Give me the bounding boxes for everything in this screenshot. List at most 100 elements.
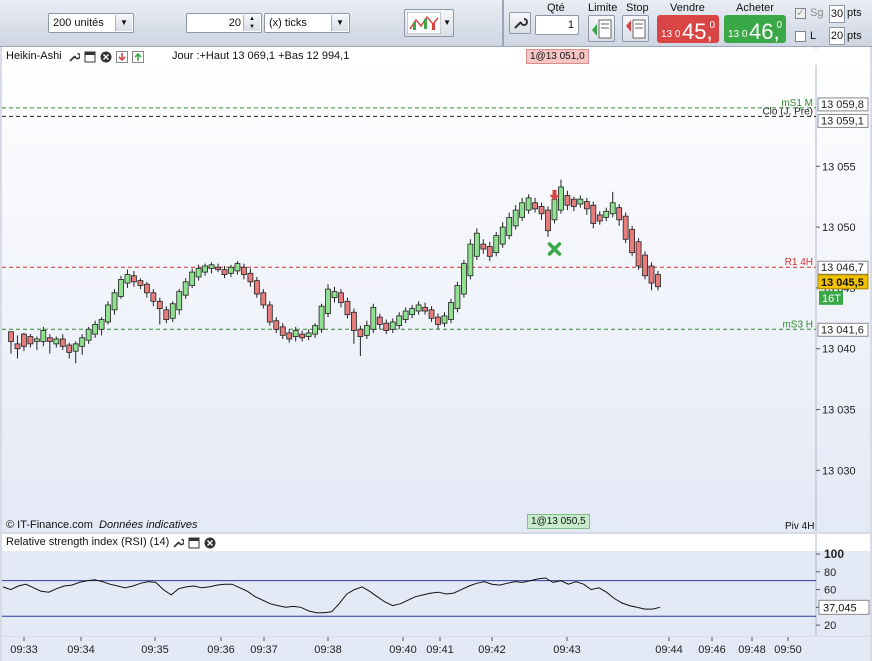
chevron-down-icon[interactable]: ▼ bbox=[443, 18, 451, 27]
candle-body bbox=[422, 306, 428, 312]
candle-body bbox=[182, 281, 189, 296]
candle-body bbox=[512, 209, 519, 227]
candle-body bbox=[286, 332, 293, 340]
units-select[interactable]: 200 unités ▼ bbox=[48, 13, 134, 33]
stepper-arrows-icon[interactable]: ▲ ▼ bbox=[243, 15, 260, 31]
candle-body bbox=[642, 254, 648, 277]
chevron-down-icon[interactable]: ▼ bbox=[115, 15, 132, 31]
window-icon[interactable] bbox=[84, 51, 96, 63]
chart-type-button[interactable]: ▼ bbox=[404, 9, 454, 37]
candle-body bbox=[21, 333, 27, 347]
candle-body bbox=[603, 210, 610, 218]
qty-value: 1 bbox=[567, 19, 574, 31]
sell-button[interactable]: 13 0 45, 0 bbox=[657, 15, 719, 44]
candle-body bbox=[338, 292, 344, 303]
level-price-label: 13 041,6 bbox=[821, 324, 864, 336]
arrow-down-icon[interactable] bbox=[116, 51, 128, 63]
l-points-input[interactable]: 20 bbox=[829, 27, 845, 45]
candle-body bbox=[273, 320, 280, 330]
candle-body bbox=[305, 332, 312, 337]
candle-body bbox=[344, 300, 351, 316]
candle-body bbox=[292, 330, 299, 337]
close-icon[interactable] bbox=[100, 51, 112, 63]
candle-body bbox=[124, 274, 131, 284]
time-axis[interactable]: 09:33 09:34 09:35 09:36 09:37 09:38 09:40 09:41… bbox=[2, 637, 870, 661]
pending-order-bottom-label: 1@13 050,5 bbox=[531, 516, 586, 527]
time-axis-label: 09:37 bbox=[250, 644, 278, 656]
price-axis-label: 13 035 bbox=[822, 405, 856, 417]
l-points-value: 20 bbox=[830, 30, 844, 42]
wrench-icon[interactable] bbox=[172, 537, 184, 549]
price-chart[interactable]: mS1 M 13 059,8Clo (J, Pre)13 059,1R1 4H 13… bbox=[2, 47, 870, 532]
qty-input[interactable]: 1 bbox=[535, 15, 579, 35]
candle-body bbox=[635, 241, 642, 267]
candle-body bbox=[545, 209, 551, 232]
stop-order-button[interactable] bbox=[622, 15, 649, 42]
wrench-icon[interactable] bbox=[68, 51, 80, 63]
check-icon: ✓ bbox=[796, 7, 806, 19]
sg-checkbox[interactable]: ✓ bbox=[795, 7, 806, 19]
wrench-icon bbox=[514, 18, 528, 29]
pending-order-bottom[interactable]: 1@13 050,5 bbox=[527, 514, 590, 529]
candle-body bbox=[33, 338, 40, 342]
candle-body bbox=[195, 268, 202, 278]
candle-body bbox=[221, 269, 228, 275]
candle-body bbox=[629, 229, 636, 254]
chevron-down-icon[interactable]: ▼ bbox=[331, 15, 348, 31]
close-icon[interactable] bbox=[204, 537, 216, 549]
arrow-up-icon[interactable] bbox=[132, 51, 144, 63]
ticks-unit-select[interactable]: (x) ticks ▼ bbox=[264, 13, 350, 33]
rsi-axis-label: 80 bbox=[824, 567, 836, 579]
candle-body bbox=[499, 226, 506, 245]
price-axis-label: 13 030 bbox=[822, 465, 856, 477]
rsi-value-label: 37,045 bbox=[823, 602, 857, 614]
pending-order-top-label: 1@13 051,0 bbox=[530, 51, 585, 62]
rsi-title: Relative strength index (RSI) (14) bbox=[6, 536, 170, 548]
pending-order-top[interactable]: 1@13 051,0 bbox=[526, 49, 589, 64]
candle-body bbox=[409, 308, 416, 316]
candle-body bbox=[72, 343, 79, 352]
candle-body bbox=[460, 263, 467, 295]
l-checkbox[interactable] bbox=[795, 31, 806, 42]
candle-body bbox=[40, 330, 47, 342]
level-name: mS3 H bbox=[782, 319, 813, 330]
buy-price-main: 46, bbox=[749, 19, 780, 44]
buy-button[interactable]: 13 0 46, 0 bbox=[724, 15, 786, 44]
ticks-stepper[interactable]: 20 ▲ ▼ bbox=[186, 13, 262, 33]
settings-button[interactable] bbox=[509, 12, 531, 34]
candle-body bbox=[279, 326, 286, 336]
candle-body bbox=[189, 271, 196, 286]
candle-body bbox=[428, 309, 435, 319]
candle-body bbox=[137, 280, 144, 286]
time-axis-label: 09:44 bbox=[655, 644, 683, 656]
chart-type-icon bbox=[407, 12, 441, 34]
sg-points-input[interactable]: 30 bbox=[829, 5, 845, 23]
candle-body bbox=[396, 315, 403, 327]
day-high-low-info: Jour :+Haut 13 069,1 +Bas 12 994,1 bbox=[172, 50, 350, 62]
window-icon[interactable] bbox=[188, 537, 200, 549]
candle-body bbox=[241, 266, 247, 275]
candle-body bbox=[85, 328, 92, 341]
candle-body bbox=[215, 266, 221, 271]
candle-body bbox=[169, 303, 176, 319]
time-axis-label: 09:43 bbox=[553, 644, 581, 656]
price-axis-label: 13 055 bbox=[822, 161, 856, 173]
limit-order-button[interactable] bbox=[588, 15, 615, 42]
candle-body bbox=[583, 201, 590, 210]
time-axis-label: 09:48 bbox=[738, 644, 766, 656]
candle-body bbox=[150, 292, 157, 302]
candle-body bbox=[266, 304, 273, 323]
candle-body bbox=[156, 300, 163, 309]
sg-label: Sg bbox=[810, 7, 824, 19]
candle-body bbox=[312, 325, 318, 335]
candle-body bbox=[66, 344, 73, 353]
candle-body bbox=[622, 215, 629, 240]
time-axis-label: 09:40 bbox=[389, 644, 417, 656]
candle-body bbox=[8, 331, 14, 342]
candle-body bbox=[551, 198, 558, 221]
time-axis-label: 09:46 bbox=[698, 644, 726, 656]
candle-body bbox=[176, 291, 183, 311]
candle-body bbox=[596, 214, 603, 222]
time-axis-label: 09:35 bbox=[141, 644, 169, 656]
chart-style-title: Heikin-Ashi bbox=[6, 50, 62, 62]
